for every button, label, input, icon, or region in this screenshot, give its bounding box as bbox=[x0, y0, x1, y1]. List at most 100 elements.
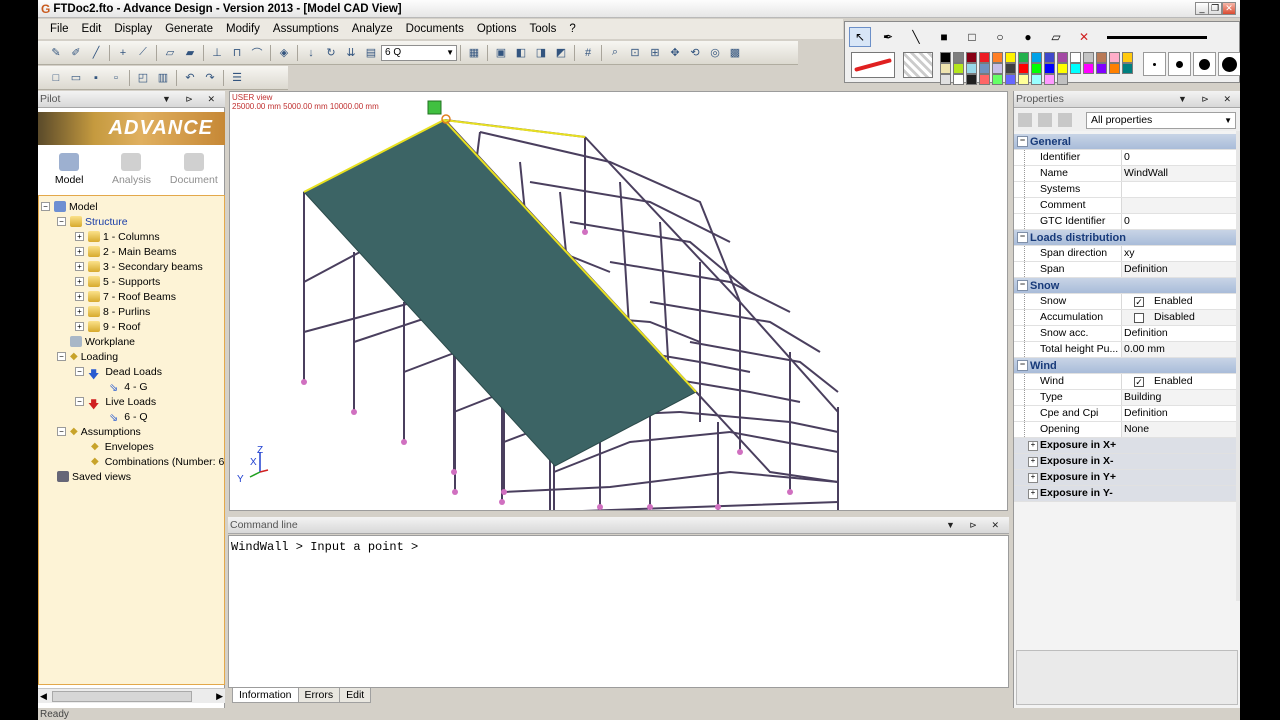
panel-controls[interactable]: ▼ ⊳ ✕ bbox=[946, 520, 1009, 531]
menu-documents[interactable]: Documents bbox=[406, 23, 464, 35]
beam-icon[interactable]: ▱ bbox=[162, 45, 178, 61]
current-color-preview[interactable] bbox=[851, 52, 895, 78]
color-swatch[interactable] bbox=[1031, 52, 1042, 63]
open-folder-icon[interactable]: ▭ bbox=[68, 70, 84, 86]
exposure-row[interactable]: Exposure in Y- bbox=[1014, 486, 1236, 502]
property-value[interactable]: Definition bbox=[1122, 406, 1236, 421]
pan-icon[interactable]: ✥ bbox=[667, 45, 683, 61]
property-value[interactable]: Disabled bbox=[1122, 310, 1236, 325]
load-case-icon[interactable]: ▤ bbox=[363, 45, 379, 61]
brush-icon[interactable]: ╱ bbox=[88, 45, 104, 61]
collapse-icon[interactable]: − bbox=[57, 427, 66, 436]
property-row[interactable]: Systems bbox=[1014, 182, 1236, 198]
tree-item-loading[interactable]: − ◆ Loading bbox=[57, 349, 118, 364]
tree-item-secondary-beams[interactable]: +3 - Secondary beams bbox=[75, 259, 203, 274]
tree-item-saved-views[interactable]: Saved views bbox=[57, 469, 131, 484]
menu-edit[interactable]: Edit bbox=[82, 23, 102, 35]
color-swatch[interactable] bbox=[953, 74, 964, 85]
property-row[interactable]: GTC Identifier 0 bbox=[1014, 214, 1236, 230]
property-row[interactable]: Span Definition bbox=[1014, 262, 1236, 278]
line-icon[interactable]: ⟋ bbox=[135, 45, 151, 61]
panel-controls[interactable]: ▼ ⊳ ✕ bbox=[1178, 94, 1240, 105]
color-swatch[interactable] bbox=[1057, 52, 1068, 63]
color-swatch[interactable] bbox=[1083, 63, 1094, 74]
view-3d-icon[interactable]: ▣ bbox=[493, 45, 509, 61]
brush-size-1[interactable] bbox=[1143, 52, 1166, 76]
save-all-icon[interactable]: ▫ bbox=[108, 70, 124, 86]
color-swatch[interactable] bbox=[979, 63, 990, 74]
property-row[interactable]: Opening None bbox=[1014, 422, 1236, 438]
tree-item-combinations[interactable]: ◆ Combinations (Number: 6 bbox=[91, 454, 224, 469]
eraser-icon[interactable]: ▱ bbox=[1045, 27, 1067, 47]
property-row[interactable]: Snow acc. Definition bbox=[1014, 326, 1236, 342]
orbit-icon[interactable]: ◎ bbox=[707, 45, 723, 61]
expand-icon[interactable]: + bbox=[75, 247, 84, 256]
color-swatch[interactable] bbox=[1070, 63, 1081, 74]
color-swatch[interactable] bbox=[966, 52, 977, 63]
color-swatch[interactable] bbox=[1109, 63, 1120, 74]
print-icon[interactable]: ▥ bbox=[155, 70, 171, 86]
property-row[interactable]: Total height Pu... 0.00 mm bbox=[1014, 342, 1236, 358]
tab-edit[interactable]: Edit bbox=[339, 688, 372, 703]
view-side-icon[interactable]: ◨ bbox=[533, 45, 549, 61]
property-value[interactable]: Definition bbox=[1122, 326, 1236, 341]
property-row[interactable]: Comment bbox=[1014, 198, 1236, 214]
property-value[interactable]: 0 bbox=[1122, 150, 1236, 165]
color-swatch[interactable] bbox=[979, 52, 990, 63]
menu-modify[interactable]: Modify bbox=[226, 23, 260, 35]
color-swatch[interactable] bbox=[966, 74, 977, 85]
tree-item-envelopes[interactable]: ◆ Envelopes bbox=[91, 439, 154, 454]
tree-horizontal-scrollbar[interactable]: ◀ ▶ bbox=[38, 688, 225, 703]
menu-options[interactable]: Options bbox=[477, 23, 517, 35]
structure-3d-model[interactable]: Z X Y bbox=[230, 92, 1008, 511]
cad-viewport[interactable]: USER view 25000.00 mm 5000.00 mm 10000.0… bbox=[229, 91, 1008, 511]
mode-model[interactable]: Model bbox=[38, 149, 100, 191]
load-props-icon[interactable] bbox=[1038, 113, 1052, 127]
filled-ellipse-icon[interactable]: ● bbox=[1017, 27, 1039, 47]
color-swatch[interactable] bbox=[1057, 63, 1068, 74]
menu-analyze[interactable]: Analyze bbox=[352, 23, 393, 35]
collapse-icon[interactable]: − bbox=[57, 352, 66, 361]
menu-display[interactable]: Display bbox=[114, 23, 152, 35]
color-swatch[interactable] bbox=[966, 63, 977, 74]
tree-item-dead-loads[interactable]: − 🡇 Dead Loads bbox=[75, 364, 162, 381]
menu-tools[interactable]: Tools bbox=[529, 23, 556, 35]
tree-item-main-beams[interactable]: +2 - Main Beams bbox=[75, 244, 177, 259]
color-swatch[interactable] bbox=[1044, 63, 1055, 74]
zoom-icon[interactable]: ⌕ bbox=[607, 45, 623, 61]
collapse-icon[interactable]: − bbox=[75, 367, 84, 376]
property-value[interactable]: None bbox=[1122, 422, 1236, 437]
color-swatch[interactable] bbox=[940, 52, 951, 63]
select-arrow-icon[interactable]: ↖ bbox=[849, 27, 871, 47]
support-icon[interactable]: ⊥ bbox=[209, 45, 225, 61]
property-row[interactable]: Identifier 0 bbox=[1014, 150, 1236, 166]
property-row[interactable]: Name WindWall bbox=[1014, 166, 1236, 182]
property-value[interactable]: ✓ Enabled bbox=[1122, 294, 1236, 309]
color-swatch[interactable] bbox=[1031, 74, 1042, 85]
save-props-icon[interactable] bbox=[1018, 113, 1032, 127]
color-swatch[interactable] bbox=[1018, 63, 1029, 74]
zoom-all-icon[interactable]: ⊞ bbox=[647, 45, 663, 61]
line-width-preview[interactable] bbox=[1107, 35, 1207, 39]
property-row[interactable]: Type Building bbox=[1014, 390, 1236, 406]
color-swatch[interactable] bbox=[940, 74, 951, 85]
color-swatch[interactable] bbox=[979, 74, 990, 85]
color-swatch[interactable] bbox=[1122, 63, 1133, 74]
tree-item-assumptions[interactable]: − ◆ Assumptions bbox=[57, 424, 141, 439]
exposure-row[interactable]: Exposure in Y+ bbox=[1014, 470, 1236, 486]
color-swatch[interactable] bbox=[940, 63, 951, 74]
plate-icon[interactable]: ▰ bbox=[182, 45, 198, 61]
color-swatch[interactable] bbox=[1005, 74, 1016, 85]
rect-icon[interactable]: □ bbox=[961, 27, 983, 47]
property-value[interactable] bbox=[1122, 182, 1236, 197]
property-value[interactable]: 0 bbox=[1122, 214, 1236, 229]
property-value[interactable]: Definition bbox=[1122, 262, 1236, 277]
tree-item-workplane[interactable]: Workplane bbox=[70, 334, 135, 349]
property-value[interactable]: WindWall bbox=[1122, 166, 1236, 181]
scroll-right-icon[interactable]: ▶ bbox=[216, 691, 223, 702]
pen-icon[interactable]: ✒ bbox=[877, 27, 899, 47]
collapse-icon[interactable]: − bbox=[41, 202, 50, 211]
color-swatch[interactable] bbox=[953, 52, 964, 63]
checkbox[interactable]: ✓ bbox=[1134, 296, 1144, 307]
property-value[interactable]: xy bbox=[1122, 246, 1236, 261]
